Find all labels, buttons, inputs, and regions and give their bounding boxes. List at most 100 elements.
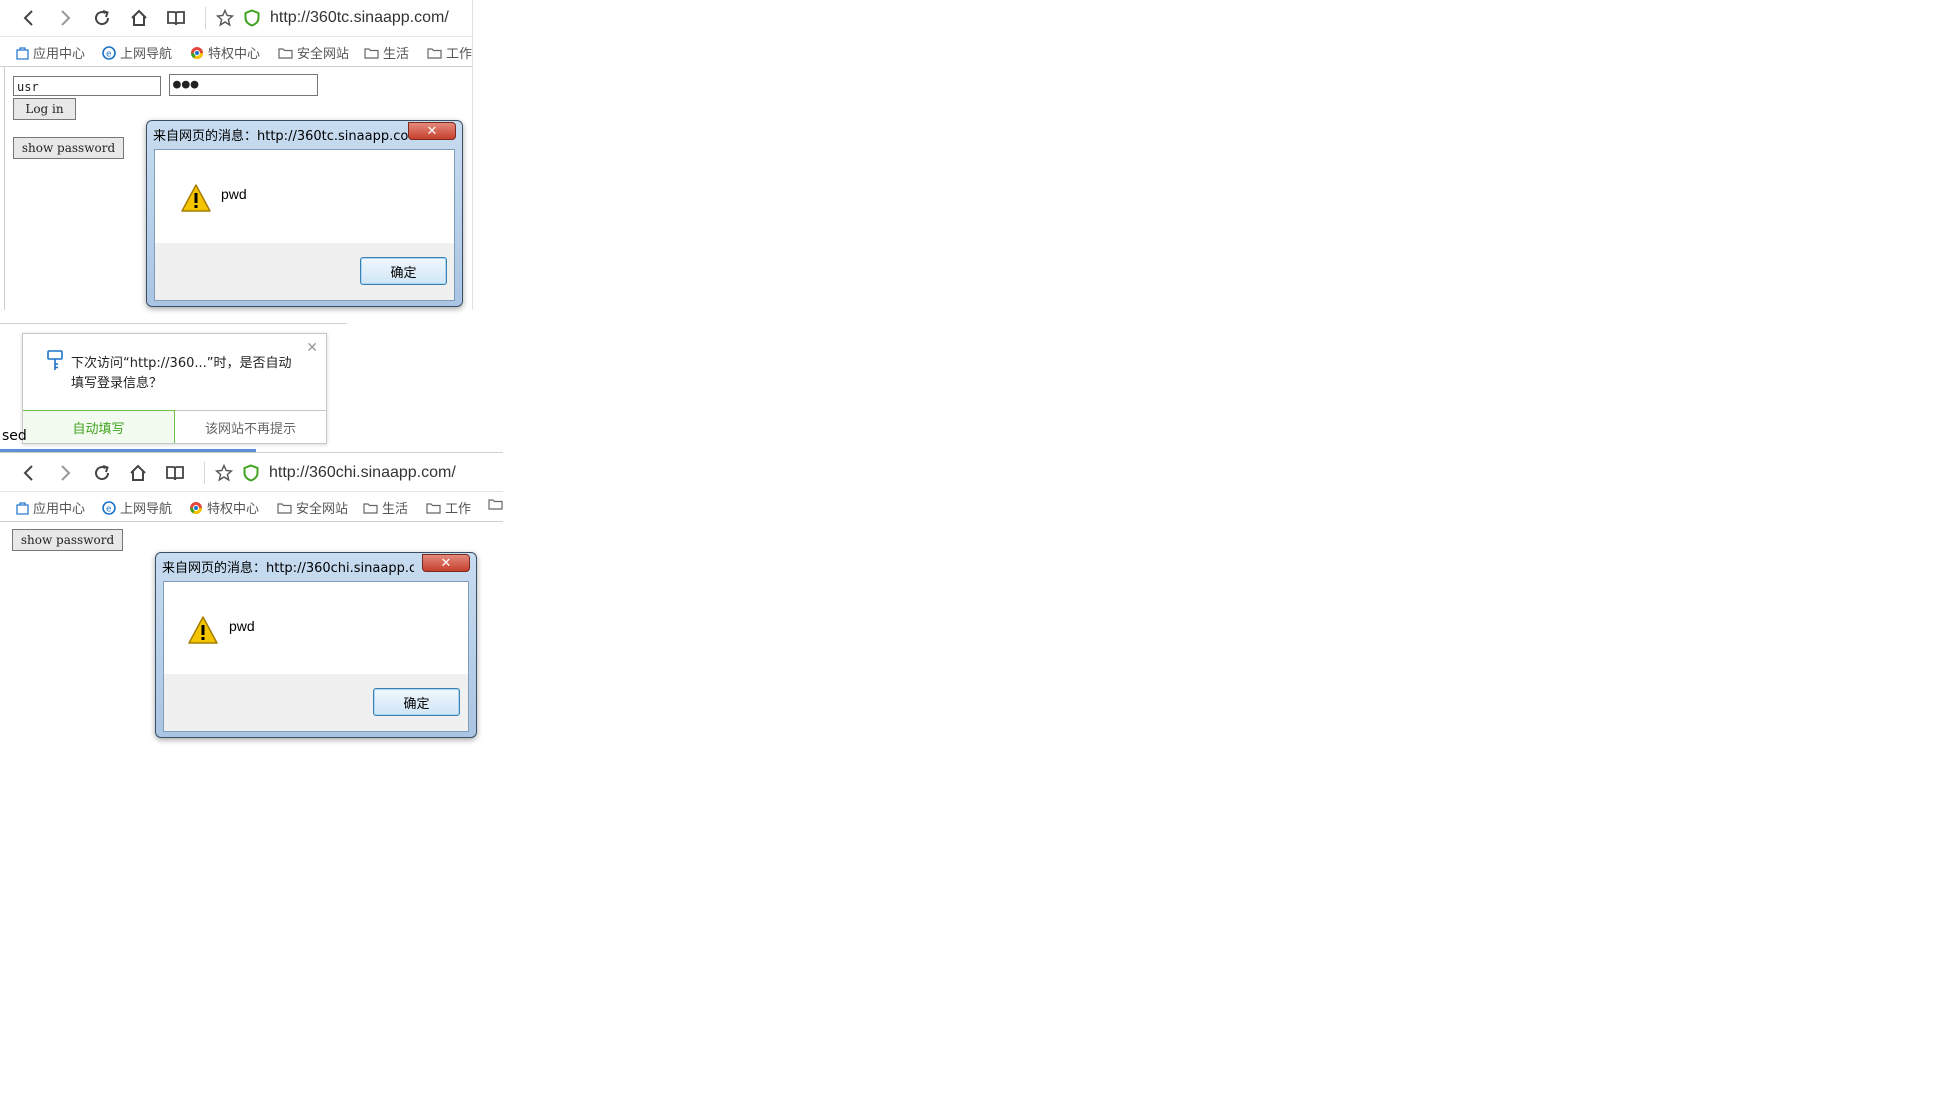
bookmark-label: 应用中心 (33, 47, 86, 62)
shield-icon (243, 464, 259, 482)
bookmark-label: 上网导航 (120, 47, 173, 62)
bag-icon (16, 46, 29, 60)
home-button[interactable] (126, 5, 152, 31)
page-divider (0, 323, 347, 324)
dialog-title: 来自网页的消息：http://360chi.sinaapp.co... (162, 561, 414, 576)
folder-icon (278, 47, 293, 59)
bookmark-label: 应用中心 (33, 502, 86, 517)
show-password-button[interactable]: show password (13, 137, 124, 159)
show-password-button[interactable]: show password (12, 529, 123, 551)
reader-icon (166, 466, 184, 481)
svg-text:e: e (106, 49, 112, 59)
bookmark-privilege[interactable]: 特权中心 (189, 498, 259, 517)
reload-button[interactable] (89, 5, 115, 31)
bookmark-life[interactable]: 生活 (363, 498, 408, 517)
forward-button[interactable] (52, 5, 78, 31)
login-button[interactable]: Log in (13, 98, 76, 120)
dialog-body: pwd 确定 (154, 149, 455, 301)
autofill-prompt: 下次访问“http://360...”时，是否自动填写登录信息？ ✕ 自动填写 … (22, 333, 327, 444)
home-icon (130, 464, 146, 481)
home-button[interactable] (125, 460, 151, 486)
bookmark-label: 上网导航 (120, 502, 173, 517)
autofill-message: 下次访问“http://360...”时，是否自动填写登录信息？ (71, 356, 292, 391)
autofill-close-button[interactable]: ✕ (306, 340, 318, 356)
reload-button[interactable] (89, 460, 115, 486)
svg-text:e: e (106, 504, 112, 514)
home-icon (131, 9, 147, 26)
folder-icon (364, 47, 379, 59)
bookmark-label: 特权中心 (208, 47, 261, 62)
bookmark-label: 生活 (382, 502, 409, 517)
bookmarks-bar: 应用中心 e 上网导航 特权中心 安全网站 生活 工作 (0, 491, 503, 522)
back-button[interactable] (16, 460, 42, 486)
autofill-decline-button[interactable]: 该网站不再提示 (175, 410, 326, 443)
bookmark-app-center[interactable]: 应用中心 (16, 498, 85, 517)
reader-button[interactable] (163, 5, 189, 31)
password-input[interactable]: ●●● (169, 74, 318, 96)
dialog-footer: 确定 (164, 674, 468, 731)
dialog-close-button[interactable]: ✕ (408, 122, 456, 140)
warning-icon (181, 184, 211, 212)
star-icon (216, 9, 234, 27)
bookmark-work[interactable]: 工作 (426, 498, 471, 517)
back-button[interactable] (16, 5, 42, 31)
dialog-title: 来自网页的消息：http://360tc.sinaapp.com... (153, 129, 408, 144)
reader-button[interactable] (162, 460, 188, 486)
bookmark-work[interactable]: 工作 (427, 43, 472, 62)
folder-icon (277, 502, 292, 514)
back-icon (23, 10, 33, 26)
bookmark-label: 安全网站 (297, 47, 350, 62)
bookmark-privilege[interactable]: 特权中心 (190, 43, 260, 62)
browser-toolbar: http://360tc.sinaapp.com/ (0, 0, 472, 37)
favorite-button[interactable] (212, 5, 238, 31)
key-icon (47, 350, 63, 370)
folder-icon (426, 502, 441, 514)
toolbar-separator (204, 462, 205, 484)
security-badge[interactable] (239, 5, 265, 31)
ie-icon: e (102, 45, 116, 60)
forward-icon (61, 10, 71, 26)
bookmark-label: 工作 (445, 502, 472, 517)
browser-window-bottom: http://360chi.sinaapp.com/ 应用中心 e 上网导航 特… (0, 455, 503, 555)
bookmark-overflow[interactable] (488, 498, 503, 510)
address-bar[interactable]: http://360chi.sinaapp.com/ (269, 464, 456, 482)
partial-page-text: sed (2, 428, 27, 444)
bookmark-label: 安全网站 (296, 502, 349, 517)
address-bar[interactable]: http://360tc.sinaapp.com/ (270, 9, 449, 27)
bookmark-safe-sites[interactable]: 安全网站 (277, 498, 348, 517)
dialog-message: pwd (221, 186, 247, 202)
shield-icon (244, 9, 260, 27)
ok-button[interactable]: 确定 (373, 688, 460, 716)
favorite-button[interactable] (211, 460, 237, 486)
bookmark-life[interactable]: 生活 (364, 43, 409, 62)
dialog-close-button[interactable]: ✕ (422, 554, 470, 572)
star-icon (215, 464, 233, 482)
security-badge[interactable] (238, 460, 264, 486)
reader-icon (167, 11, 185, 26)
folder-icon (363, 502, 378, 514)
ie-icon: e (102, 500, 116, 515)
ok-button[interactable]: 确定 (360, 257, 447, 285)
back-icon (23, 465, 33, 481)
bag-icon (16, 501, 29, 515)
forward-icon (61, 465, 71, 481)
warning-icon (188, 616, 218, 644)
dialog-body: pwd 确定 (163, 581, 469, 732)
username-input[interactable]: usr (13, 76, 161, 96)
bookmark-nav[interactable]: e 上网导航 (102, 43, 172, 62)
bookmark-label: 特权中心 (207, 502, 260, 517)
folder-icon (427, 47, 442, 59)
bookmark-safe-sites[interactable]: 安全网站 (278, 43, 349, 62)
autofill-accept-button[interactable]: 自动填写 (23, 410, 175, 443)
toolbar-separator (205, 7, 206, 29)
bookmark-app-center[interactable]: 应用中心 (16, 43, 85, 62)
bookmark-label: 生活 (383, 47, 410, 62)
dialog-message: pwd (229, 618, 255, 634)
alert-dialog-bottom: 来自网页的消息：http://360chi.sinaapp.co... ✕ pw… (155, 552, 477, 738)
folder-icon (488, 499, 503, 510)
bookmark-label: 工作 (446, 47, 472, 62)
forward-button[interactable] (52, 460, 78, 486)
bookmark-nav[interactable]: e 上网导航 (102, 498, 172, 517)
alert-dialog-top: 来自网页的消息：http://360tc.sinaapp.com... ✕ pw… (146, 120, 463, 307)
reload-icon (95, 10, 110, 26)
